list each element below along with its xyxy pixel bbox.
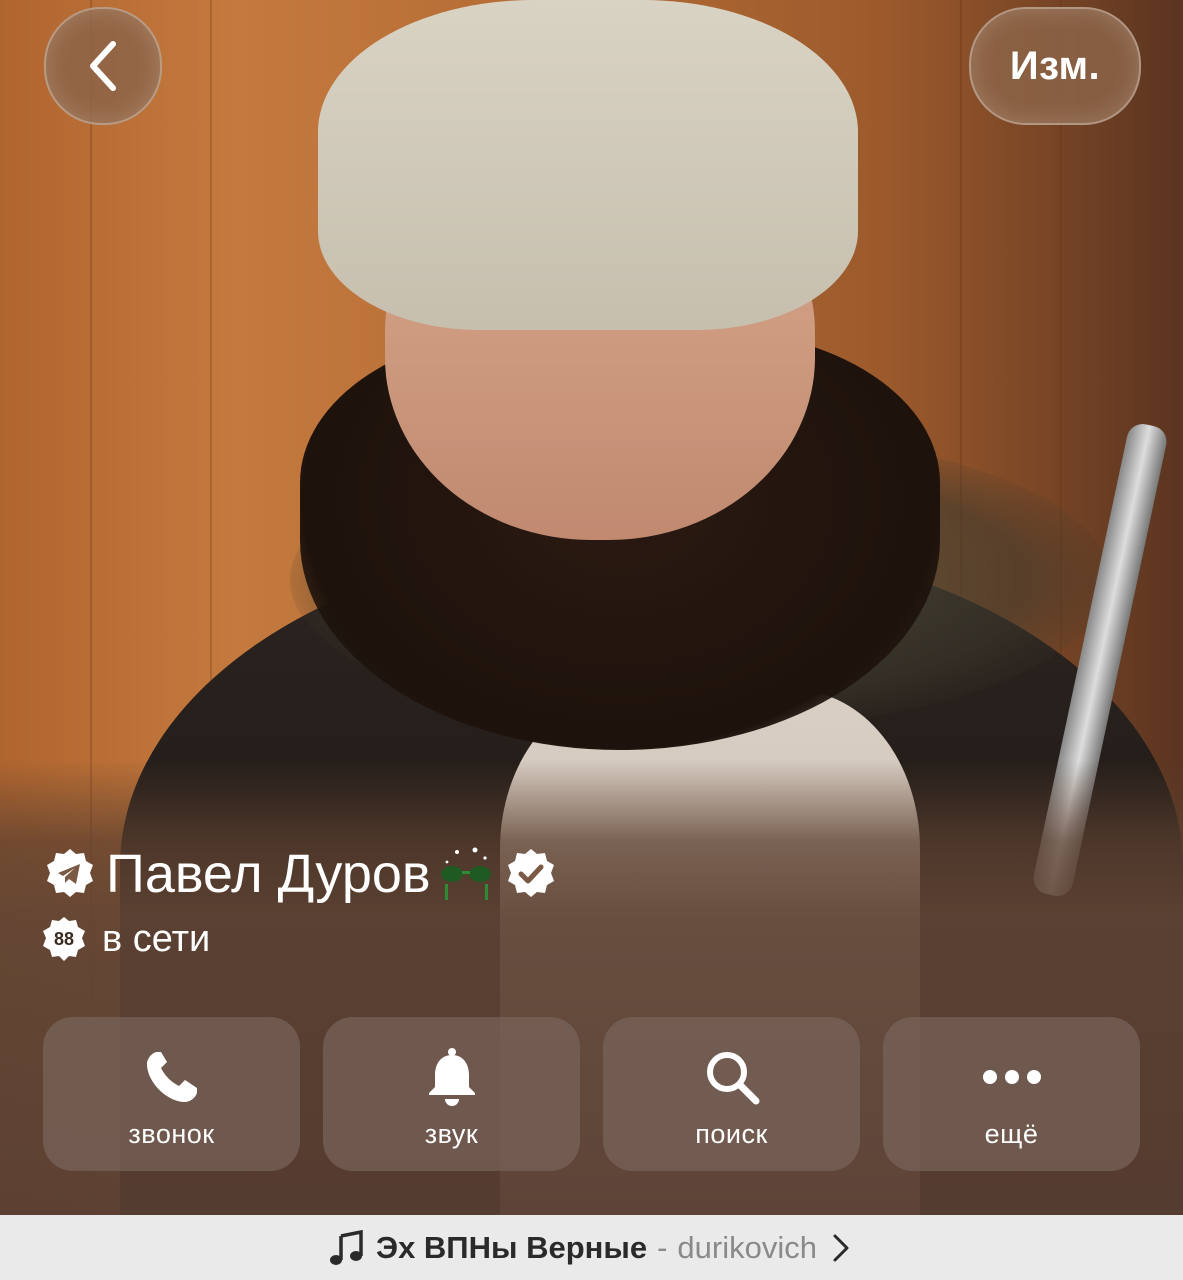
verified-badge-icon <box>507 849 554 897</box>
search-button[interactable]: поиск <box>603 1017 860 1171</box>
call-button[interactable]: звонок <box>43 1017 300 1171</box>
call-label: звонок <box>128 1118 215 1149</box>
music-note-icon <box>330 1229 363 1265</box>
phone-icon <box>146 1051 197 1102</box>
chevron-right-icon <box>833 1234 849 1261</box>
telegram-badge-icon <box>47 849 93 897</box>
more-label: ещё <box>984 1118 1039 1149</box>
level-badge-number: 88 <box>53 928 75 949</box>
music-artist: durikovich <box>677 1229 817 1265</box>
online-status: в сети <box>102 917 211 960</box>
profile-actions: звонок звук поиск ещё <box>43 1017 1140 1171</box>
level-badge: 88 <box>40 915 88 963</box>
search-label: поиск <box>695 1118 768 1149</box>
sound-label: звук <box>424 1118 479 1149</box>
profile-name-row: Павел Дуров <box>42 838 559 910</box>
profile-name: Павел Дуров <box>106 844 431 904</box>
chevron-left-icon <box>90 41 116 91</box>
back-button[interactable] <box>44 7 162 125</box>
profile-music-bar[interactable]: Эх ВПНы Верные - durikovich <box>0 1215 1183 1280</box>
edit-button[interactable]: Изм. <box>969 7 1141 125</box>
music-title: Эх ВПНы Верные <box>376 1229 648 1265</box>
photo-hat <box>318 0 858 330</box>
music-separator: - <box>657 1229 668 1265</box>
search-icon <box>706 1051 759 1104</box>
profile-status-row: 88 в сети <box>40 913 210 965</box>
more-icon <box>982 1069 1041 1084</box>
bell-icon <box>428 1047 475 1106</box>
sound-button[interactable]: звук <box>323 1017 580 1171</box>
sparkle-glasses-emoji-icon <box>440 847 491 900</box>
more-button[interactable]: ещё <box>883 1017 1140 1171</box>
